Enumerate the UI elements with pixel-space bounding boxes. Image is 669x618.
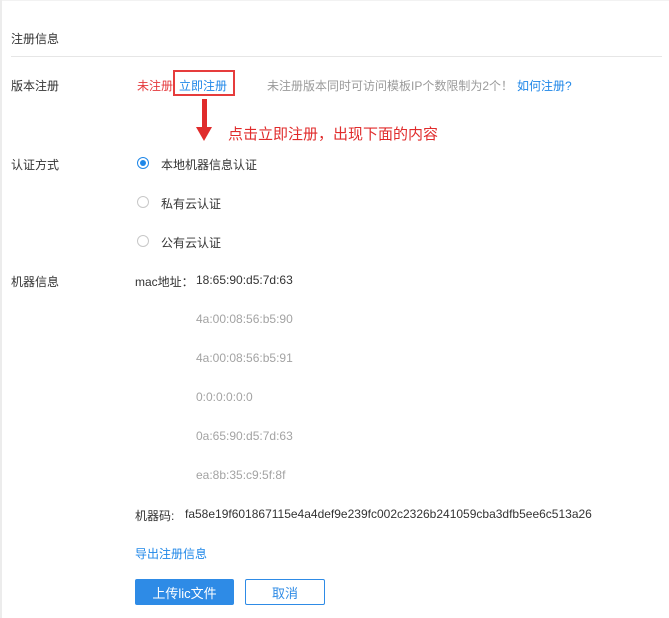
export-registration-link[interactable]: 导出注册信息 — [135, 545, 207, 562]
section-divider — [11, 56, 662, 57]
annotation-text: 点击立即注册，出现下面的内容 — [228, 126, 439, 143]
annotation-arrow-head-icon — [196, 127, 212, 141]
mac-address-value: 4a:00:08:56:b5:91 — [196, 351, 293, 365]
section-title: 注册信息 — [11, 32, 60, 46]
radio-public-cloud-label[interactable]: 公有云认证 — [161, 234, 221, 251]
cancel-button[interactable]: 取消 — [245, 579, 325, 605]
upload-lic-button[interactable]: 上传lic文件 — [135, 579, 234, 605]
mac-address-value: 4a:00:08:56:b5:90 — [196, 312, 293, 326]
radio-private-cloud-label[interactable]: 私有云认证 — [161, 195, 221, 212]
mac-address-value: 0a:65:90:d5:7d:63 — [196, 429, 293, 443]
machine-info-label: 机器信息 — [11, 275, 60, 289]
mac-address-value: 18:65:90:d5:7d:63 — [196, 273, 293, 287]
radio-local-auth[interactable] — [137, 157, 149, 169]
radio-local-auth-label[interactable]: 本地机器信息认证 — [161, 156, 257, 173]
mac-address-value: 0:0:0:0:0:0 — [196, 390, 253, 404]
radio-private-cloud[interactable] — [137, 196, 149, 208]
mac-address-label: mac地址： — [135, 275, 194, 289]
radio-public-cloud[interactable] — [137, 235, 149, 247]
unregistered-status: 未注册 — [137, 79, 174, 93]
frame-left-border — [0, 0, 2, 618]
machine-code-value: fa58e19f601867115e4a4def9e239fc002c2326b… — [185, 507, 592, 521]
auth-method-label: 认证方式 — [11, 158, 60, 172]
annotation-arrow-icon — [202, 99, 207, 129]
machine-code-label: 机器码: — [135, 509, 175, 523]
how-to-register-link[interactable]: 如何注册? — [517, 77, 572, 94]
version-limit-note: 未注册版本同时可访问模板IP个数限制为2个！ — [267, 79, 514, 93]
version-label: 版本注册 — [11, 79, 60, 93]
frame-top-border — [0, 0, 669, 1]
register-highlight-box — [173, 70, 235, 96]
mac-address-value: ea:8b:35:c9:5f:8f — [196, 468, 286, 482]
